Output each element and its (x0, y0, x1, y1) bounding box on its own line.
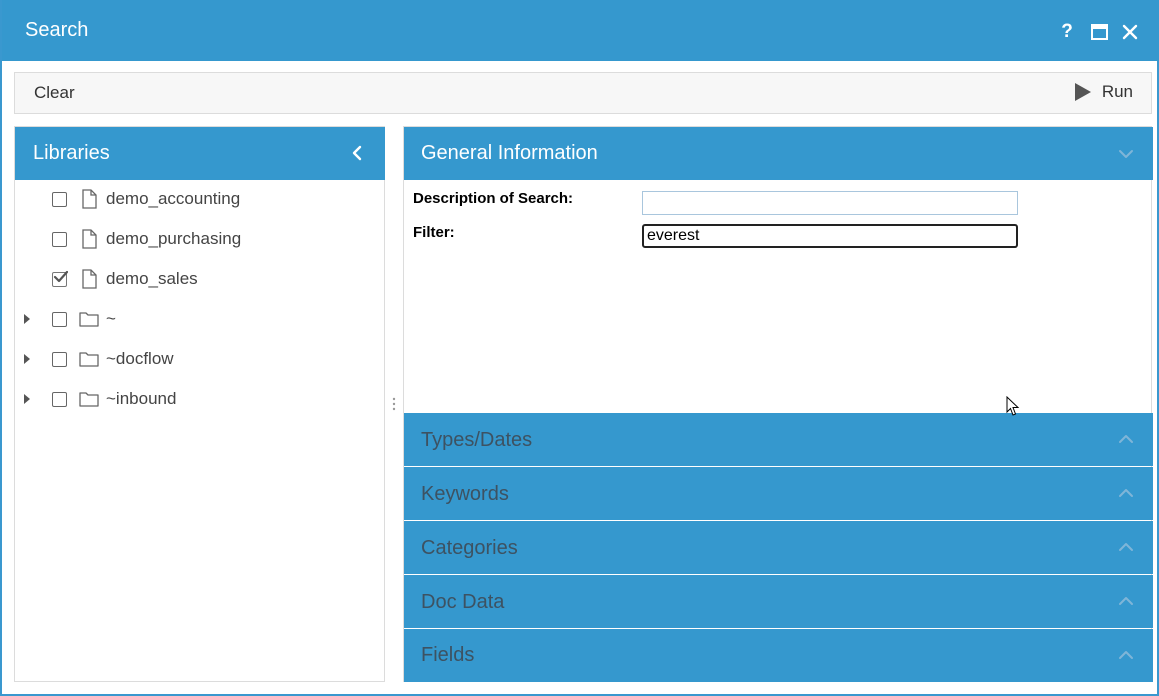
description-field[interactable] (642, 191, 1018, 215)
library-item-inbound[interactable]: ~inbound (15, 379, 384, 419)
chevron-up-icon (1119, 489, 1133, 497)
library-item-home[interactable]: ~ (15, 299, 384, 339)
run-label: Run (1101, 82, 1133, 101)
section-title: Fields (421, 644, 475, 666)
chevron-up-icon (1119, 597, 1133, 605)
description-label: Description of Search: (413, 190, 574, 207)
maximize-icon (1090, 24, 1108, 40)
library-label: ~docflow (106, 349, 174, 368)
library-checkbox[interactable] (52, 231, 67, 247)
section-keywords[interactable]: Keywords (404, 467, 1153, 520)
expand-arrow-icon[interactable] (24, 314, 30, 324)
library-label: demo_purchasing (106, 229, 242, 248)
collapse-panel-button[interactable] (347, 141, 367, 165)
library-item-docflow[interactable]: ~docflow (15, 339, 384, 379)
section-general-information[interactable]: General Information (404, 127, 1153, 180)
clear-button[interactable]: Clear (34, 83, 75, 103)
help-button[interactable]: ? (1055, 20, 1079, 44)
library-checkbox[interactable] (52, 191, 67, 207)
mouse-pointer-icon (1006, 396, 1020, 416)
chevron-down-icon (1119, 150, 1133, 158)
section-categories[interactable]: Categories (404, 521, 1153, 574)
chevron-up-icon (1119, 435, 1133, 443)
libraries-title: Libraries (33, 142, 110, 164)
libraries-panel: Libraries demo_accounting demo_purchasin… (14, 126, 385, 682)
filter-field[interactable] (642, 224, 1018, 248)
folder-icon (79, 312, 99, 327)
section-title: Types/Dates (421, 429, 533, 451)
folder-icon (79, 392, 99, 407)
chevron-left-icon (352, 145, 362, 161)
folder-icon (79, 352, 99, 367)
section-title: Keywords (421, 483, 509, 505)
library-label: demo_accounting (106, 189, 241, 208)
file-icon (82, 189, 97, 209)
library-checkbox-checked[interactable] (52, 270, 68, 287)
library-label: ~ (106, 309, 116, 328)
library-item-demo-sales[interactable]: demo_sales (15, 259, 384, 299)
search-window: Search ? Clear Run Libraries demo_accoun… (0, 0, 1159, 696)
library-label: demo_sales (106, 269, 198, 288)
file-icon (82, 229, 97, 249)
maximize-button[interactable] (1087, 20, 1111, 44)
library-checkbox[interactable] (52, 391, 67, 407)
chevron-up-icon (1119, 543, 1133, 551)
search-toolbar: Clear Run (14, 72, 1152, 114)
file-icon (82, 269, 97, 289)
section-fields[interactable]: Fields (404, 629, 1153, 682)
library-label: ~inbound (106, 389, 177, 408)
panel-splitter[interactable] (392, 397, 396, 413)
checkmark-icon (53, 270, 68, 282)
close-icon (1122, 24, 1138, 40)
library-checkbox[interactable] (52, 311, 67, 327)
expand-arrow-icon[interactable] (24, 354, 30, 364)
close-button[interactable] (1118, 20, 1142, 44)
section-title: Doc Data (421, 591, 505, 613)
filter-label: Filter: (413, 224, 455, 241)
library-item-demo-purchasing[interactable]: demo_purchasing (15, 219, 384, 259)
search-criteria-panel: General Information Description of Searc… (403, 126, 1153, 682)
library-checkbox[interactable] (52, 351, 67, 367)
expand-arrow-icon[interactable] (24, 394, 30, 404)
title-bar: Search ? (2, 0, 1159, 61)
play-icon (1074, 83, 1091, 101)
section-types-dates[interactable]: Types/Dates (404, 413, 1153, 466)
section-title: General Information (421, 142, 598, 164)
window-title: Search (25, 19, 89, 41)
libraries-header: Libraries (15, 127, 385, 180)
section-title: Categories (421, 537, 518, 559)
run-button[interactable]: Run (1074, 82, 1133, 102)
chevron-up-icon (1119, 651, 1133, 659)
library-item-demo-accounting[interactable]: demo_accounting (15, 179, 384, 219)
section-doc-data[interactable]: Doc Data (404, 575, 1153, 628)
